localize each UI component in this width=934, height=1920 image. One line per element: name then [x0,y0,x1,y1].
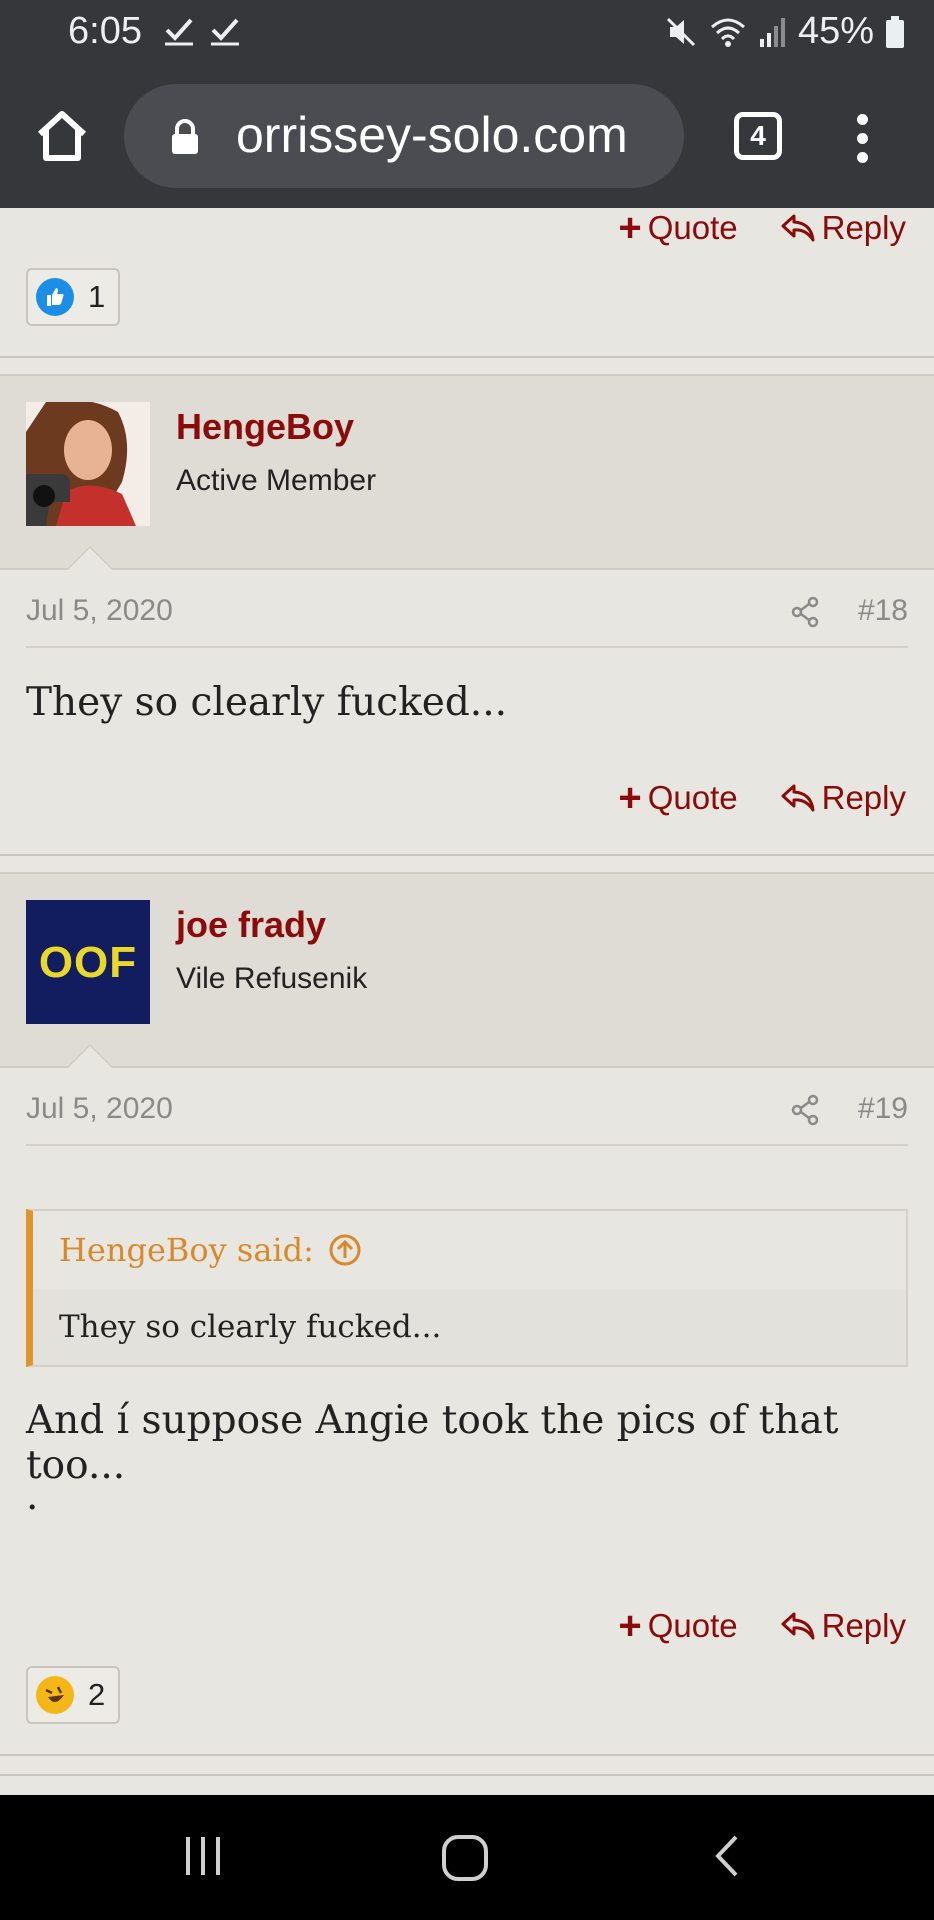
reaction-summary[interactable]: 1 [26,268,120,326]
menu-dot [856,152,868,163]
home-button[interactable] [34,108,90,164]
post-header: OOF joe frady Vile Refusenik [0,872,934,1068]
avatar[interactable]: OOF [26,900,150,1024]
thread-content: + Quote Reply 1 HengeBoy Active Member J… [0,208,934,1795]
post-actions: + Quote Reply [618,778,906,818]
post-header: HengeBoy Active Member [0,374,934,570]
avatar[interactable] [26,402,150,526]
wifi-icon [710,18,745,47]
reply-button[interactable]: Reply [780,208,906,248]
tab-switcher-button[interactable]: 4 [734,112,782,160]
post-date[interactable]: Jul 5, 2020 [26,594,173,628]
quote-header: HengeBoy said: [33,1211,906,1289]
header-pointer [68,1046,112,1068]
user-title: Active Member [176,464,377,497]
post-separator [0,1754,934,1756]
post-separator [0,356,934,358]
arrow-up-circle-icon [329,1234,361,1266]
post-separator [0,854,934,856]
notification-icons [163,14,241,46]
quote-author[interactable]: HengeBoy said: [59,1231,362,1269]
reply-icon [781,214,815,242]
back-nav-icon[interactable] [708,1833,748,1879]
post-body-line: . [26,1474,39,1519]
post-body: They so clearly fucked... [26,680,507,725]
quote-button[interactable]: + Quote [618,208,737,248]
reaction-count: 1 [88,279,106,314]
reply-icon [781,1612,815,1640]
quote-button[interactable]: + Quote [618,778,737,818]
reply-button[interactable]: Reply [780,778,906,818]
url-text: orrissey-solo.com [236,107,628,163]
quote-label: Quote [647,209,738,246]
post-number[interactable]: #18 [858,594,908,628]
battery-icon [886,15,904,48]
reaction-count: 2 [88,1677,106,1712]
lock-icon [172,119,198,154]
overflow-menu-button[interactable] [852,114,872,164]
quote-label: Quote [647,779,738,816]
reply-label: Reply [821,1607,906,1644]
post-separator [0,1774,934,1776]
quote-author-text: HengeBoy said: [59,1231,314,1269]
reply-label: Reply [821,209,906,246]
laughing-face-icon [36,1676,74,1714]
quote-button[interactable]: + Quote [618,1606,737,1646]
post-meta: Jul 5, 2020 #19 [26,1084,908,1146]
battery-percent: 45% [797,10,874,52]
system-nav-bar [0,1795,934,1920]
quote-text: They so clearly fucked... [59,1309,442,1345]
post-number[interactable]: #19 [858,1092,908,1126]
post-actions: + Quote Reply [618,1606,906,1646]
check-icon [211,18,239,46]
reply-label: Reply [821,779,906,816]
plus-icon: + [618,1604,642,1648]
avatar-text: OOF [38,938,138,987]
quote-block: HengeBoy said: They so clearly fucked... [26,1209,908,1367]
status-time: 6:05 [68,10,142,52]
post-date[interactable]: Jul 5, 2020 [26,1092,173,1126]
user-title: Vile Refusenik [176,962,368,995]
mute-icon [666,17,695,46]
menu-dot [856,114,868,125]
browser-toolbar: orrissey-solo.com 4 [0,64,934,208]
recent-apps-icon[interactable] [180,1833,226,1879]
share-icon[interactable] [790,1094,820,1126]
check-icon [165,18,193,46]
share-icon[interactable] [790,596,820,628]
thumbs-up-icon [36,278,74,316]
menu-dot [856,133,868,144]
header-pointer [68,548,112,570]
reaction-summary[interactable]: 2 [26,1666,120,1724]
post-actions: + Quote Reply [618,208,906,248]
status-bar: 6:05 45% [0,0,934,64]
home-icon [37,111,87,161]
plus-icon: + [618,776,642,820]
address-bar[interactable]: orrissey-solo.com [124,84,684,188]
quote-label: Quote [647,1607,738,1644]
home-nav-icon[interactable] [440,1833,490,1883]
signal-icon [759,17,785,47]
reply-button[interactable]: Reply [780,1606,906,1646]
post-meta: Jul 5, 2020 #18 [26,586,908,648]
reply-icon [781,784,815,812]
username[interactable]: HengeBoy [176,406,354,448]
post-body: And í suppose Angie took the pics of tha… [26,1398,839,1488]
username[interactable]: joe frady [176,904,326,946]
status-right: 45% [664,10,906,53]
plus-icon: + [618,208,642,250]
